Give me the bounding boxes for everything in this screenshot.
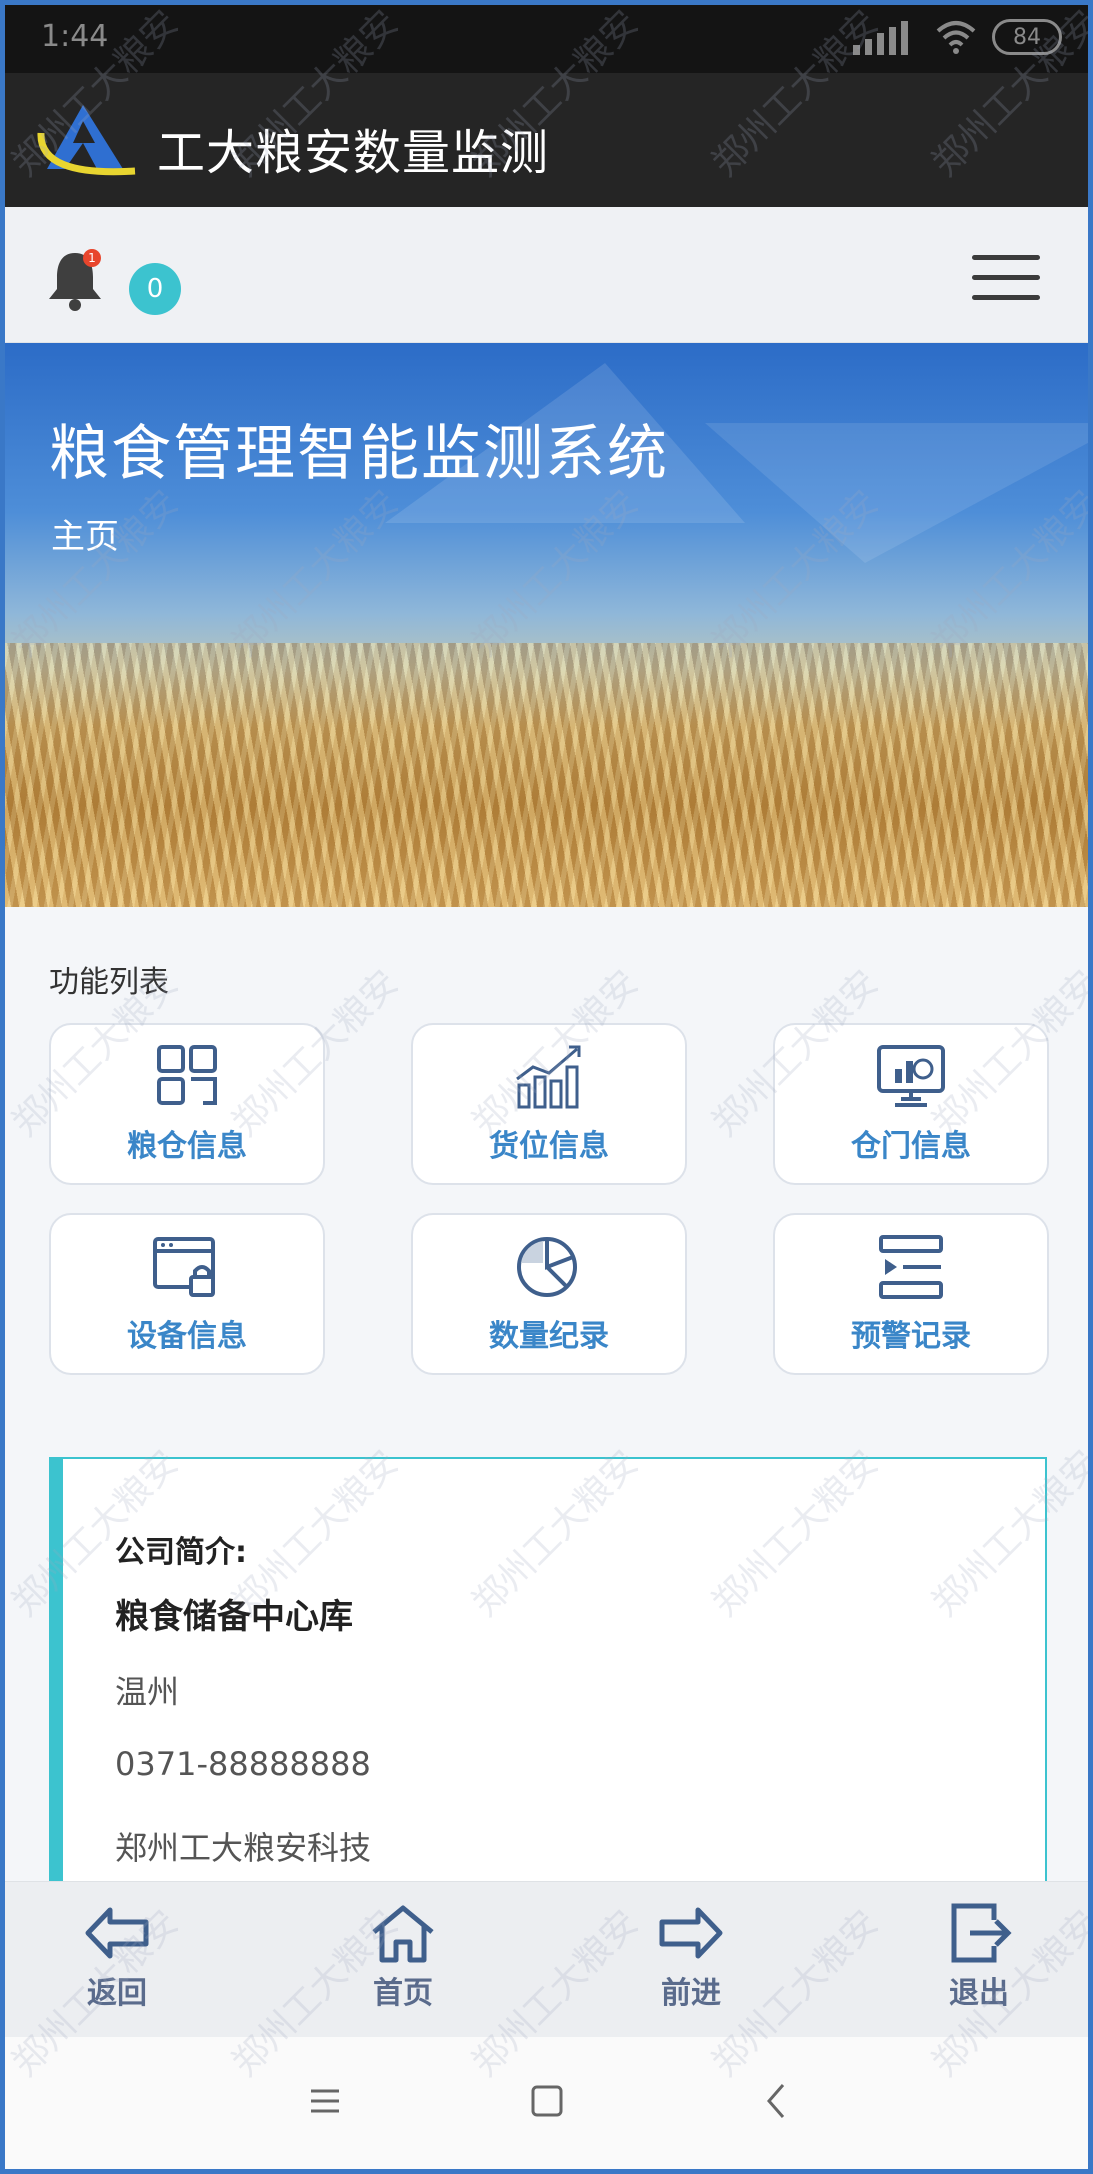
company-name: 粮食储备中心库 [115, 1597, 353, 1637]
app-title-bar: 工大粮安数量监测 [5, 73, 1088, 207]
function-list-label: 功能列表 [49, 965, 169, 1000]
notification-badge: 1 [83, 249, 101, 267]
exit-label: 退出 [949, 1976, 1009, 2011]
app-logo-icon [37, 105, 136, 176]
back-chevron-icon[interactable] [757, 2081, 797, 2121]
tile-device-info[interactable]: 设备信息 [49, 1213, 325, 1375]
back-label: 返回 [87, 1976, 147, 2011]
window-lock-icon [153, 1237, 215, 1297]
back-button[interactable]: 返回 [57, 1902, 177, 2022]
tile-quantity-record[interactable]: 数量纪录 [411, 1213, 687, 1375]
company-firm: 郑州工大粮安科技 [115, 1829, 372, 1867]
tile-door-info[interactable]: 仓门信息 [773, 1023, 1049, 1185]
function-grid: 粮仓信息 货位信息 仓门信息 设备信息 数量纪录 预警记录 [49, 1023, 1049, 1383]
bar-growth-icon [516, 1045, 581, 1109]
hero-banner: 粮食管理智能监测系统 主页 [5, 343, 1088, 907]
company-phone[interactable]: 0371-88888888 [115, 1745, 371, 1783]
battery-icon: 84 [992, 19, 1062, 55]
top-toolbar: 1 0 [5, 207, 1088, 343]
arrow-left-icon [85, 1907, 149, 1959]
list-play-icon [879, 1235, 943, 1299]
tile-location-info[interactable]: 货位信息 [411, 1023, 687, 1185]
tile-label: 粮仓信息 [127, 1129, 247, 1164]
status-time: 1:44 [41, 19, 109, 54]
menu-line [972, 295, 1040, 300]
status-bar: 1:44 84 [5, 5, 1088, 73]
monitor-chart-icon [877, 1045, 945, 1107]
banner-decoration [705, 423, 1088, 563]
message-count-badge[interactable]: 0 [129, 263, 181, 315]
home-label: 首页 [373, 1976, 433, 2011]
tile-label: 设备信息 [127, 1319, 247, 1354]
recent-apps-icon[interactable] [305, 2081, 345, 2121]
tile-label: 货位信息 [489, 1129, 609, 1164]
tile-alert-record[interactable]: 预警记录 [773, 1213, 1049, 1375]
android-nav-bar [5, 2037, 1088, 2169]
exit-icon [951, 1903, 1012, 1963]
home-icon [372, 1905, 434, 1963]
home-button[interactable]: 首页 [343, 1902, 463, 2022]
home-square-icon[interactable] [527, 2081, 567, 2121]
battery-level: 84 [1013, 24, 1041, 50]
menu-line [972, 255, 1040, 260]
system-title: 粮食管理智能监测系统 [49, 419, 669, 489]
app-title: 工大粮安数量监测 [157, 125, 550, 181]
signal-icon [853, 19, 908, 55]
tile-granary-info[interactable]: 粮仓信息 [49, 1023, 325, 1185]
wheat-field-image [5, 643, 1088, 907]
menu-line [972, 275, 1040, 280]
menu-button[interactable] [972, 255, 1040, 303]
tile-label: 数量纪录 [489, 1319, 609, 1354]
grid-icon [157, 1045, 217, 1105]
tile-label: 预警记录 [851, 1319, 971, 1354]
exit-button[interactable]: 退出 [919, 1902, 1039, 2022]
tile-label: 仓门信息 [851, 1129, 971, 1164]
company-intro-card: 公司简介: 粮食储备中心库 温州 0371-88888888 郑州工大粮安科技 [49, 1457, 1047, 1897]
arrow-right-icon [659, 1907, 723, 1959]
wifi-icon [936, 21, 976, 54]
pie-chart-icon [517, 1237, 577, 1297]
forward-label: 前进 [661, 1976, 721, 2011]
breadcrumb[interactable]: 主页 [51, 509, 119, 558]
bottom-nav: 返回 首页 前进 退出 [5, 1881, 1088, 2037]
forward-button[interactable]: 前进 [631, 1902, 751, 2022]
phone-screen: 1:44 84 工大粮安数量监测 1 0 粮食管理智能监测系统 主页 功能列表 … [5, 5, 1088, 2169]
company-city: 温州 [115, 1673, 180, 1711]
company-heading: 公司简介: [115, 1535, 247, 1570]
